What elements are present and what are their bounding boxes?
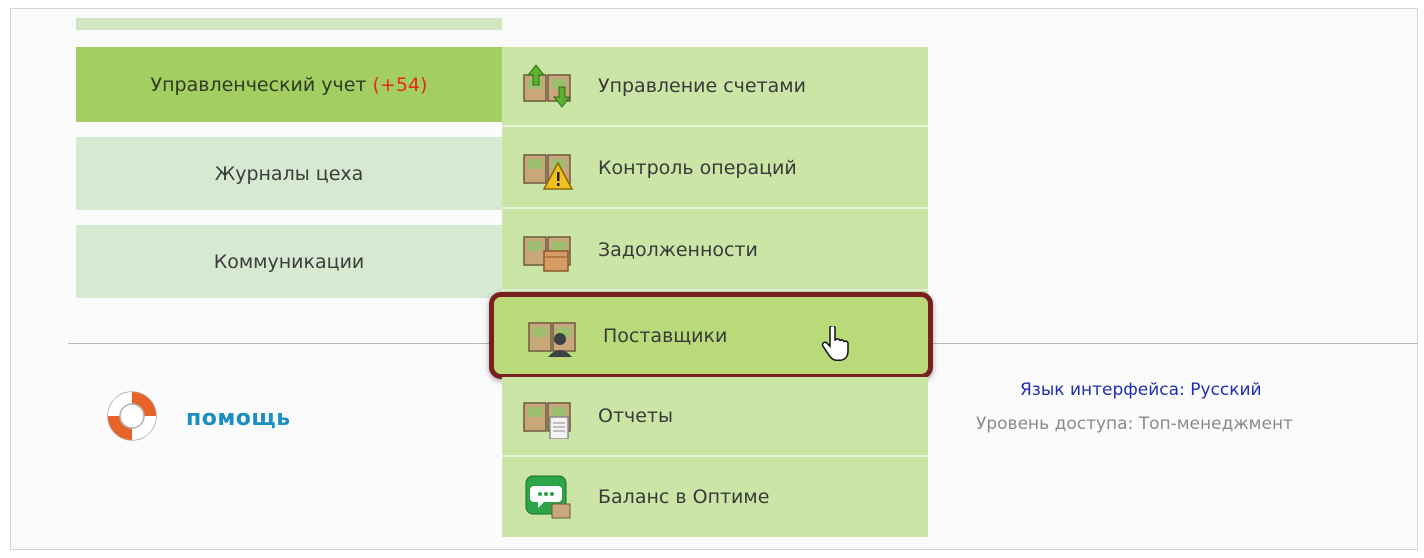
submenu-item-label: Поставщики	[603, 324, 728, 347]
interface-language-link[interactable]: Язык интерфейса: Русский	[1020, 380, 1262, 400]
reports-document-icon	[522, 393, 576, 439]
submenu-item-balance[interactable]: Баланс в Оптиме	[502, 457, 928, 537]
menu-item-label: Журналы цеха	[214, 162, 364, 185]
notification-badge: (+54)	[372, 73, 428, 96]
help-link[interactable]: помощь	[104, 388, 291, 448]
submenu-item-operations-control[interactable]: Контроль операций	[502, 129, 928, 209]
accounts-transfer-icon	[522, 63, 576, 109]
submenu-item-label: Баланс в Оптиме	[598, 486, 770, 508]
menu-item-communications[interactable]: Коммуникации	[76, 225, 502, 298]
help-label: помощь	[186, 405, 291, 431]
submenu-item-label: Управление счетами	[598, 75, 806, 97]
menu-item-label: Управленческий учет	[150, 73, 367, 96]
submenu-item-label: Контроль операций	[598, 157, 797, 179]
submenu-item-accounts[interactable]: Управление счетами	[502, 47, 928, 127]
operations-warning-icon	[522, 145, 576, 191]
menu-item-label: Коммуникации	[213, 250, 365, 273]
top-strip	[76, 18, 502, 30]
submenu-item-debts[interactable]: Задолженности	[502, 211, 928, 291]
hand-cursor-icon	[820, 324, 850, 366]
submenu-item-suppliers[interactable]: Поставщики	[489, 292, 933, 379]
chat-balance-icon	[522, 474, 576, 520]
lifebuoy-icon	[104, 388, 160, 448]
debts-box-icon	[522, 227, 576, 273]
access-level-text: Уровень доступа: Топ-менеджмент	[976, 414, 1293, 434]
suppliers-person-icon	[527, 313, 581, 359]
submenu-item-label: Отчеты	[598, 405, 674, 427]
submenu-item-reports[interactable]: Отчеты	[502, 377, 928, 457]
menu-item-workshop-journals[interactable]: Журналы цеха	[76, 137, 502, 210]
menu-item-management-accounting[interactable]: Управленческий учет (+54)	[76, 47, 502, 122]
submenu-item-label: Задолженности	[598, 239, 758, 261]
